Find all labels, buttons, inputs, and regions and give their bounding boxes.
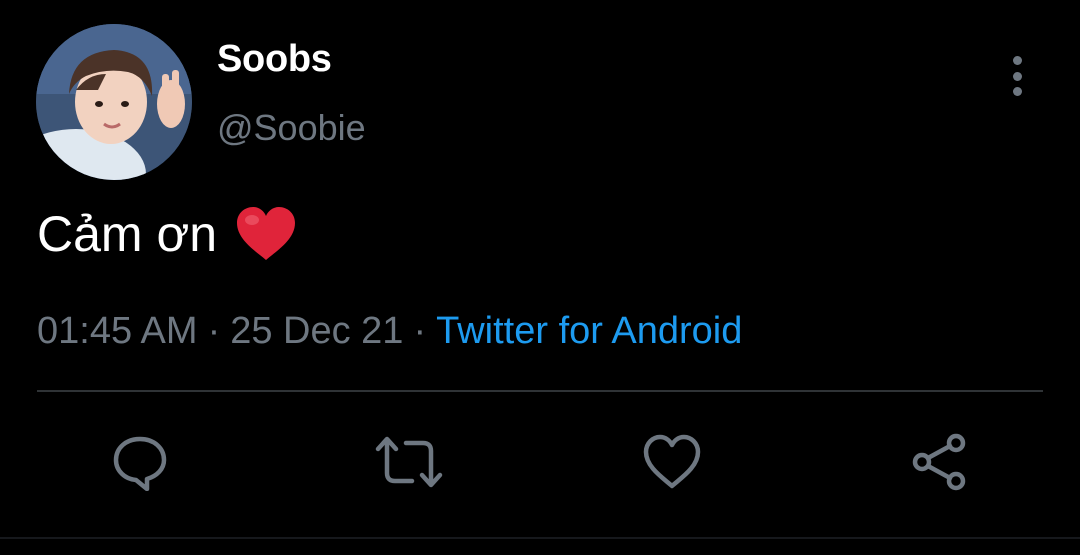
tweet-text: Cảm ơn [37, 206, 218, 262]
red-heart-emoji [235, 206, 297, 262]
display-name[interactable]: Soobs [217, 38, 332, 81]
reply-icon[interactable] [110, 432, 170, 492]
heart-icon[interactable] [642, 432, 702, 492]
avatar-photo [36, 24, 192, 180]
share-icon[interactable] [910, 432, 970, 492]
retweet-icon[interactable] [374, 432, 444, 492]
user-handle[interactable]: @Soobie [217, 107, 366, 149]
tweet-detail: Soobs @Soobie Cảm ơn 01:45 AM · 25 Dec 21 ·… [0, 0, 1080, 555]
tweet-date: 25 Dec 21 [230, 310, 404, 352]
divider [0, 537, 1080, 539]
divider [37, 390, 1043, 392]
tweet-meta: 01:45 AM · 25 Dec 21 · Twitter for Android [37, 310, 742, 353]
tweet-time: 01:45 AM [37, 310, 198, 352]
tweet-body: Cảm ơn [37, 205, 297, 263]
meta-separator: · [207, 310, 221, 352]
more-vertical-icon[interactable] [995, 52, 1039, 100]
avatar[interactable] [36, 24, 192, 180]
meta-separator: · [413, 310, 427, 352]
tweet-source-link[interactable]: Twitter for Android [436, 310, 742, 352]
